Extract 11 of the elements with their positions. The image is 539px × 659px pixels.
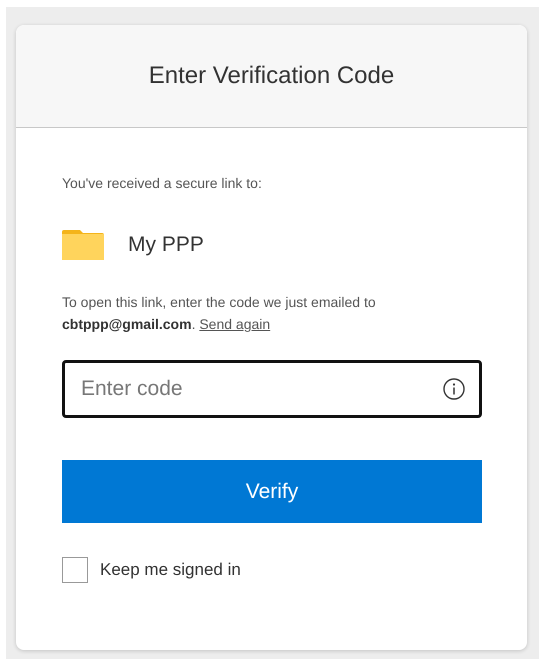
folder-icon [62,230,104,260]
send-again-link[interactable]: Send again [199,316,270,332]
instructions-text: To open this link, enter the code we just emailed to cbtppp@gmail.com. Send again [62,293,377,334]
code-input-field[interactable]: Enter code [62,360,482,418]
keep-signed-in-checkbox[interactable] [62,557,88,583]
keep-signed-in-label: Keep me signed in [100,560,241,580]
dialog-title: Enter Verification Code [148,62,394,90]
shared-item-name: My PPP [128,233,204,257]
intro-text: You've received a secure link to: [62,174,263,193]
verify-button[interactable]: Verify [62,460,482,523]
info-icon [443,378,465,400]
